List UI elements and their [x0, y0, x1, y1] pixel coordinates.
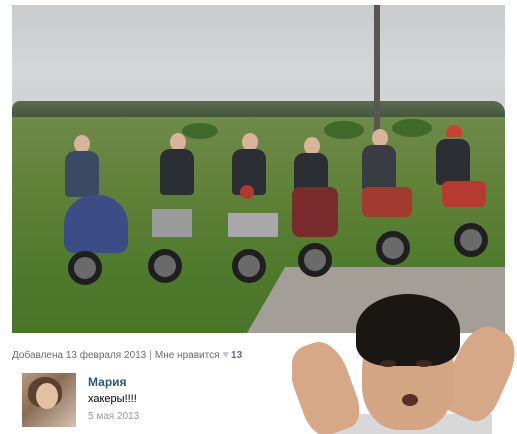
like-count: 13 — [231, 350, 243, 361]
post-meta: Добавлена 13 февраля 2013 | Мне нравится ♥ 1… — [12, 349, 242, 361]
like-button[interactable]: Мне нравится — [155, 350, 220, 361]
photo-bush — [324, 121, 364, 139]
photo-sky — [12, 5, 505, 113]
meme-image — [292, 286, 517, 434]
comment-author[interactable]: Мария — [88, 375, 127, 389]
post-date: Добавлена 13 февраля 2013 — [12, 350, 147, 361]
avatar[interactable] — [22, 373, 76, 427]
post-photo[interactable] — [12, 5, 505, 333]
comment-text: хакеры!!!! — [88, 393, 137, 405]
photo-pole — [374, 5, 380, 133]
heart-icon[interactable]: ♥ — [222, 349, 229, 361]
meta-separator: | — [149, 350, 152, 361]
photo-bush — [392, 119, 432, 137]
comment-date[interactable]: 5 мая 2013 — [88, 411, 139, 422]
photo-bush — [182, 123, 218, 139]
